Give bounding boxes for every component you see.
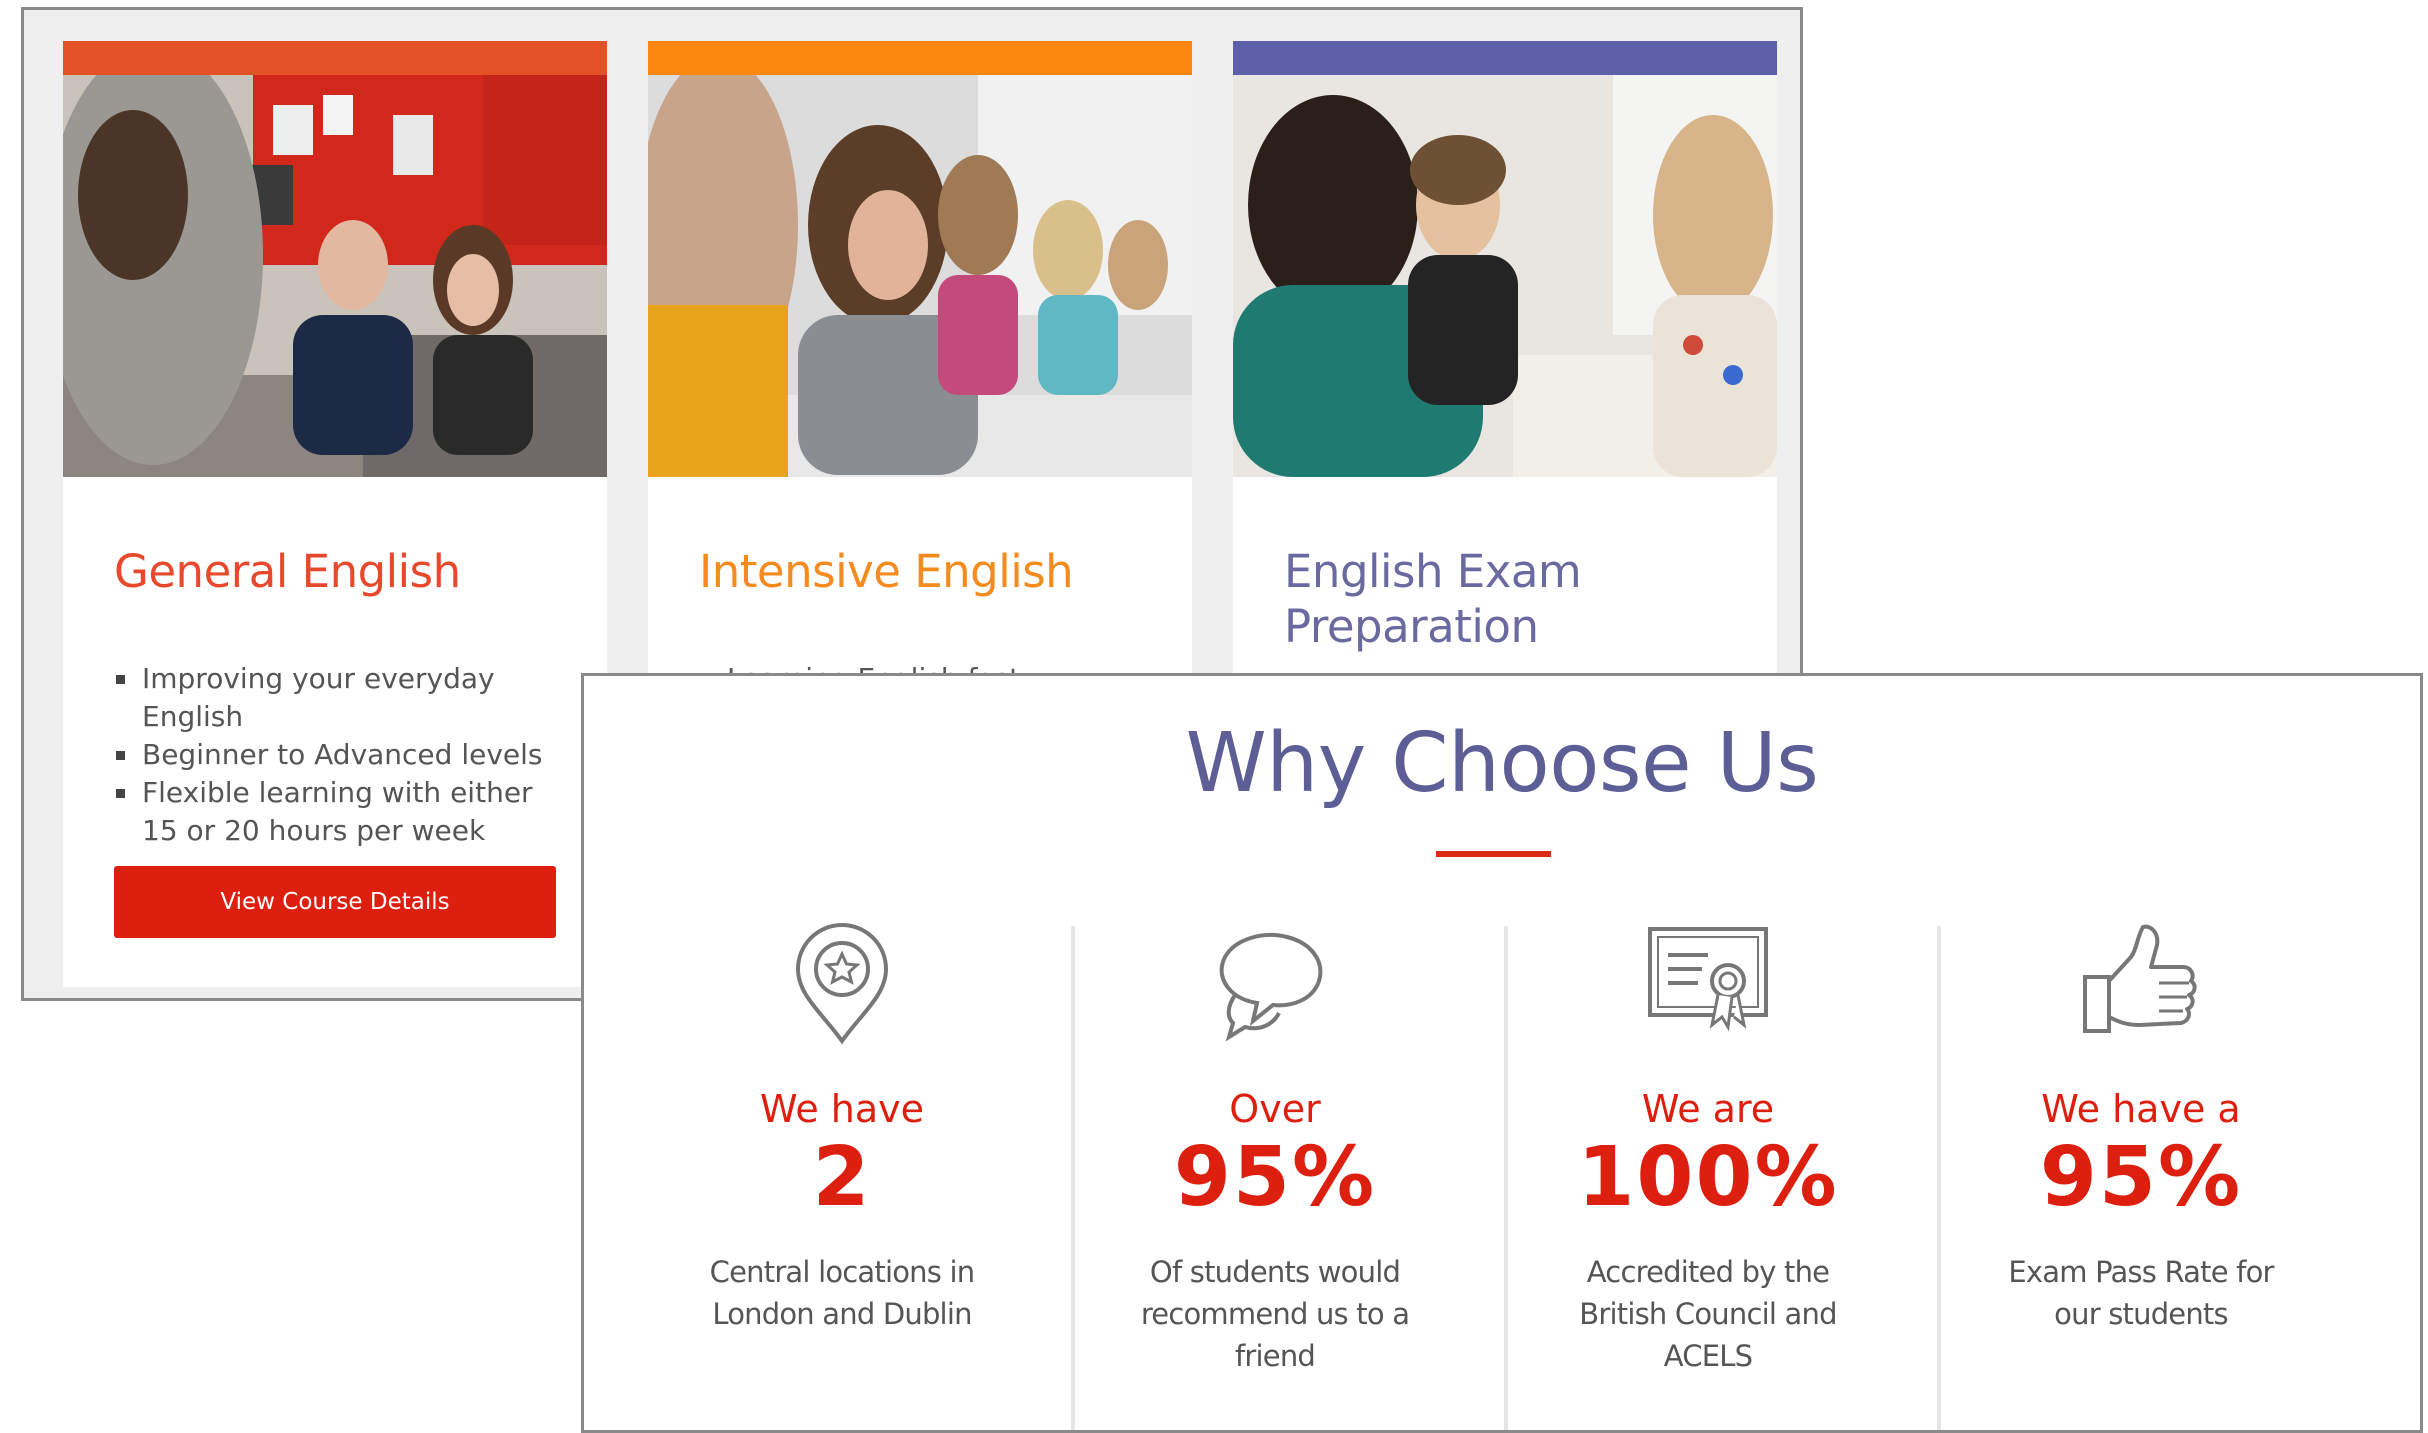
thumbs-up-icon: [1925, 921, 2357, 1045]
why-choose-us-panel: Why Choose Us We have 2 Central location…: [581, 673, 2423, 1433]
stat-prefix: We have a: [2041, 1087, 2241, 1131]
title-underline: [1436, 851, 1551, 857]
stat-description: Of students would recommend us to a frie…: [1140, 1255, 1410, 1373]
card-accent-bar: [648, 41, 1192, 75]
students-photo: [648, 75, 1192, 477]
list-item: Flexible learning with either 15 or 20 h…: [114, 774, 574, 850]
course-feature-list: Improving your everyday English Beginner…: [114, 660, 574, 850]
stat-value: 95%: [1173, 1130, 1377, 1225]
stat-prefix: Over: [1229, 1087, 1321, 1131]
list-item: Beginner to Advanced levels: [114, 736, 574, 774]
classroom-photo: [63, 75, 607, 477]
card-accent-bar: [63, 41, 607, 75]
stat-value: 100%: [1577, 1130, 1839, 1225]
map-pin-star-icon: [626, 921, 1058, 1045]
stat-value: 95%: [2039, 1130, 2243, 1225]
stat-prefix: We are: [1641, 1087, 1775, 1131]
stat-description: Exam Pass Rate for our students: [2008, 1255, 2274, 1331]
stat-pass-rate: We have a 95% Exam Pass Rate for our stu…: [1925, 921, 2357, 1335]
stat-description: Central locations in London and Dublin: [709, 1255, 975, 1331]
stat-locations: We have 2 Central locations in London an…: [626, 921, 1058, 1335]
stat-description: Accredited by the British Council and AC…: [1579, 1255, 1837, 1373]
card-accent-bar: [1233, 41, 1777, 75]
section-title: Why Choose Us: [1185, 716, 1819, 811]
view-course-details-button[interactable]: View Course Details: [114, 866, 556, 938]
stat-prefix: We have: [759, 1087, 925, 1131]
certificate-icon: [1492, 921, 1924, 1045]
course-title: English Exam Preparation: [1284, 545, 1582, 653]
course-card-general-english: General English Improving your everyday …: [63, 41, 607, 987]
tutoring-photo: [1233, 75, 1777, 477]
stat-recommend: Over 95% Of students would recommend us …: [1059, 921, 1491, 1377]
list-item: Improving your everyday English: [114, 660, 574, 736]
course-title: Intensive English: [699, 545, 1074, 598]
speech-bubbles-icon: [1059, 921, 1491, 1045]
stat-accredited: We are 100% Accredited by the British Co…: [1492, 921, 1924, 1377]
stat-value: 2: [812, 1130, 872, 1225]
course-title: General English: [114, 545, 461, 598]
